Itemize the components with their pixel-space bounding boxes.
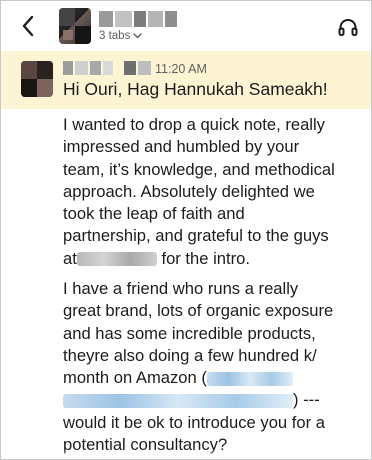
message-text: month on Amazon ( (63, 368, 207, 388)
headphones-icon (338, 19, 358, 36)
message-timestamp[interactable]: 11:20 AM (155, 62, 207, 76)
channel-title-redacted[interactable] (99, 11, 178, 27)
avatar[interactable] (21, 61, 53, 97)
slack-mobile-screen: 3 tabs 11:20 AM Hi Ouri, Hag Hannukah Sa… (0, 0, 372, 460)
message-line: took the leap of faith and (63, 204, 245, 224)
message-line: impressed and humbled by your (63, 137, 300, 157)
tabs-dropdown[interactable]: 3 tabs (99, 29, 143, 43)
message-line: and has some incredible products, (63, 323, 316, 343)
message-text: for the intro. (156, 248, 250, 268)
message-line: team, it’s knowledge, and methodical (63, 159, 335, 179)
message-line: at for the intro. (63, 248, 363, 270)
channel-avatar[interactable] (59, 8, 91, 44)
redacted-link[interactable] (63, 394, 293, 409)
redacted-link[interactable] (206, 371, 293, 386)
channel-header: 3 tabs (1, 1, 371, 51)
message-paragraph-2: I have a friend who runs a really great … (63, 278, 363, 456)
chevron-down-icon (133, 33, 143, 39)
scroll-fade (1, 449, 371, 459)
message-line: theyre also doing a few hundred k/ (63, 345, 317, 365)
message-line: partnership, and grateful to the guys (63, 226, 329, 246)
redacted-company (76, 252, 157, 267)
message-line: I wanted to drop a quick note, really (63, 115, 325, 134)
message-line: I have a friend who runs a really (63, 279, 299, 298)
tabs-label: 3 tabs (99, 30, 131, 42)
chevron-left-icon (22, 15, 34, 37)
message-text: at (63, 248, 77, 268)
huddle-button[interactable] (335, 14, 361, 40)
message-greeting: Hi Ouri, Hag Hannukah Sameakh! (63, 79, 328, 99)
message-paragraph-1: I wanted to drop a quick note, really im… (63, 114, 363, 270)
author-name-redacted[interactable] (63, 61, 151, 75)
back-button[interactable] (15, 12, 41, 40)
message-text: ) --- (293, 390, 320, 410)
message-line: month on Amazon ( (63, 367, 363, 389)
message-line: would it be ok to introduce you for a (63, 412, 325, 432)
message-line: approach. Absolutely delighted we (63, 181, 315, 201)
message-line: ) --- (63, 389, 363, 411)
message-line: great brand, lots of organic exposure (63, 301, 334, 321)
